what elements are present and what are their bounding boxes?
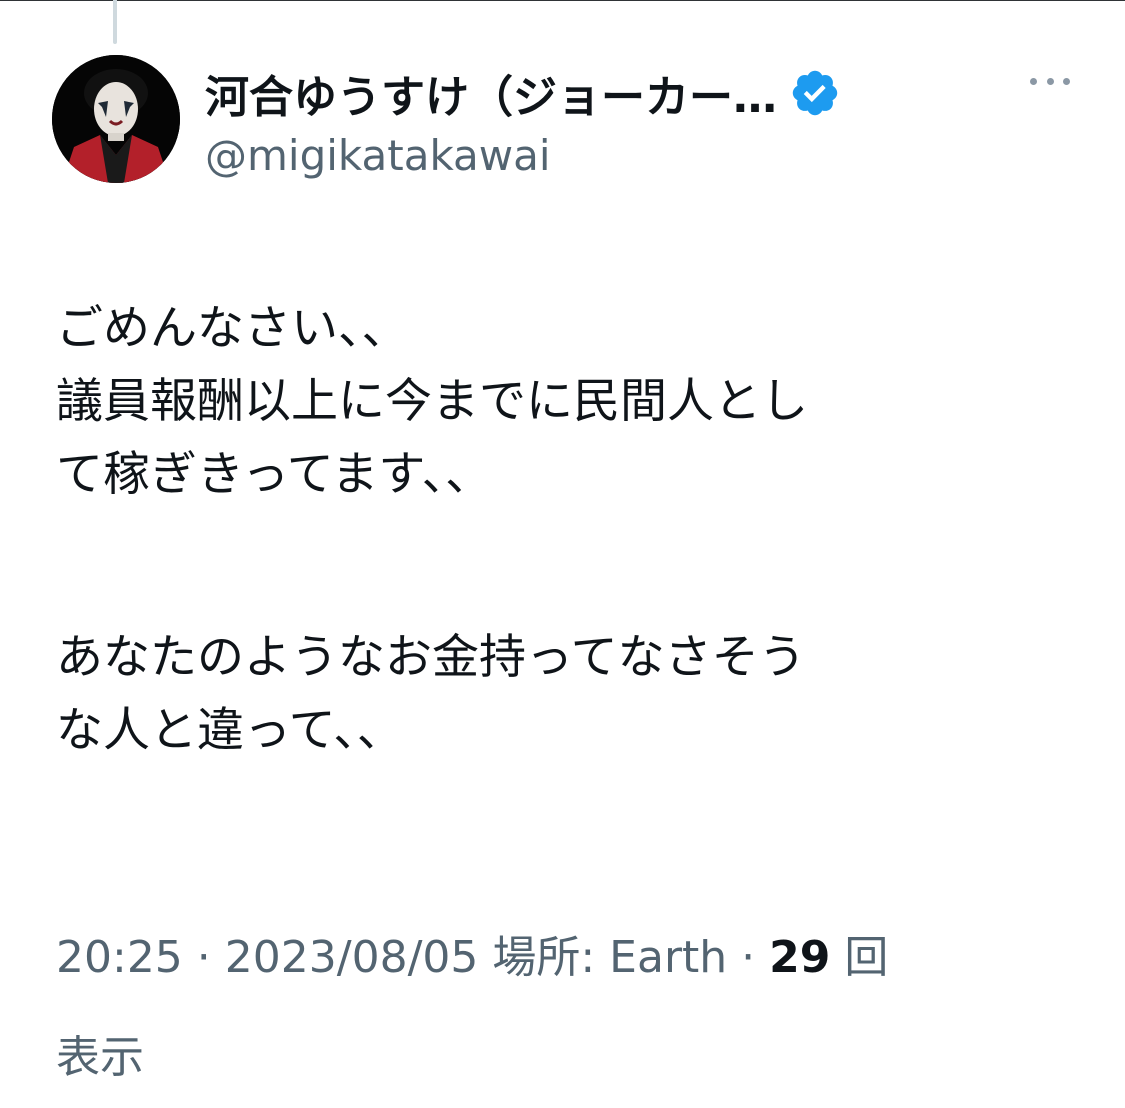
tweet-text-line: な人と違って、、 <box>56 703 404 758</box>
more-dot <box>1063 77 1070 85</box>
views-count: 29 <box>769 932 831 983</box>
tweet-date[interactable]: 2023/08/05 <box>225 932 479 983</box>
avatar-image <box>52 55 180 183</box>
views-label: 表示 <box>56 1032 144 1083</box>
views-unit: 回 <box>830 932 889 983</box>
tweet-metadata-row: 表示 <box>56 1008 1076 1108</box>
author-name-row[interactable]: 河合ゆうすけ（ジョーカー… <box>205 62 841 124</box>
author-handle[interactable]: @migikatakawai <box>205 131 551 180</box>
tweet-metadata-row: 20:25 · 2023/08/05 場所: Earth · 29 回 <box>56 908 1076 1008</box>
author-display-name[interactable]: 河合ゆうすけ（ジョーカー… <box>205 61 777 125</box>
top-border <box>0 0 1125 1</box>
more-options-icon[interactable] <box>1030 66 1070 96</box>
tweet-text-line: 議員報酬以上に今までに民間人とし <box>56 374 808 429</box>
tweet-location: 場所: Earth <box>478 932 728 983</box>
meta-separator: · <box>727 932 770 983</box>
tweet-text: ごめんなさい、、 議員報酬以上に今までに民間人とし て稼ぎきってます、、 あなた… <box>56 292 1076 767</box>
avatar[interactable] <box>52 55 180 183</box>
verified-badge-icon <box>789 67 841 119</box>
tweet-text-line: ごめんなさい、、 <box>56 301 409 356</box>
more-dot <box>1030 77 1037 85</box>
tweet-metadata: 20:25 · 2023/08/05 場所: Earth · 29 回 表示 <box>56 908 1076 1108</box>
tweet-time[interactable]: 20:25 <box>56 932 183 983</box>
tweet-text-line: あなたのようなお金持ってなさそう <box>56 630 806 685</box>
meta-separator: · <box>182 932 225 983</box>
thread-connector-line <box>113 0 117 44</box>
tweet-text-line: て稼ぎきってます、、 <box>56 447 493 502</box>
more-dot <box>1046 77 1054 85</box>
